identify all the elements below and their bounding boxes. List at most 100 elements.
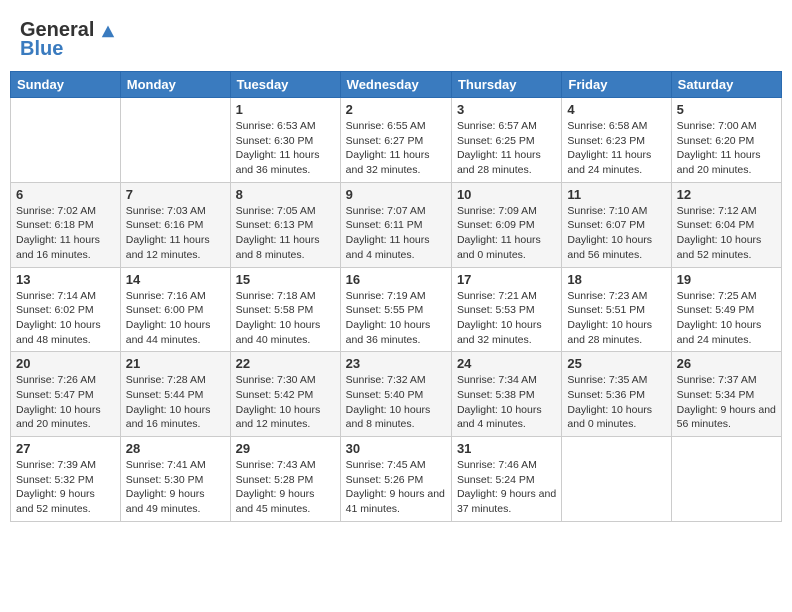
calendar-week-row: 6 Sunrise: 7:02 AMSunset: 6:18 PMDaylight… [11, 182, 782, 267]
calendar-cell: 15 Sunrise: 7:18 AMSunset: 5:58 PMDayligh… [230, 267, 340, 352]
day-number: 24 [457, 356, 556, 371]
day-number: 22 [236, 356, 335, 371]
page-header: General Blue [10, 10, 782, 66]
day-info: Sunrise: 6:53 AMSunset: 6:30 PMDaylight:… [236, 119, 335, 178]
day-info: Sunrise: 7:03 AMSunset: 6:16 PMDaylight:… [126, 204, 225, 263]
calendar-cell: 29 Sunrise: 7:43 AMSunset: 5:28 PMDayligh… [230, 437, 340, 522]
day-info: Sunrise: 7:46 AMSunset: 5:24 PMDaylight:… [457, 458, 556, 517]
day-info: Sunrise: 7:16 AMSunset: 6:00 PMDaylight:… [126, 289, 225, 348]
calendar-cell: 31Sunrise: 7:46 AMSunset: 5:24 PMDayligh… [451, 437, 561, 522]
day-number: 16 [346, 272, 446, 287]
calendar-week-row: 13Sunrise: 7:14 AMSunset: 6:02 PMDayligh… [11, 267, 782, 352]
calendar-cell: 10 Sunrise: 7:09 AMSunset: 6:09 PMDayligh… [451, 182, 561, 267]
calendar-cell: 14 Sunrise: 7:16 AMSunset: 6:00 PMDayligh… [120, 267, 230, 352]
day-number: 30 [346, 441, 446, 456]
calendar-cell [671, 437, 781, 522]
day-number: 3 [457, 102, 556, 117]
day-info: Sunrise: 7:02 AMSunset: 6:18 PMDaylight:… [16, 204, 115, 263]
calendar-cell: 23 Sunrise: 7:32 AMSunset: 5:40 PMDayligh… [340, 352, 451, 437]
logo-arrow-icon [100, 24, 116, 38]
calendar-cell: 27 Sunrise: 7:39 AMSunset: 5:32 PMDayligh… [11, 437, 121, 522]
day-number: 9 [346, 187, 446, 202]
calendar-cell: 28 Sunrise: 7:41 AMSunset: 5:30 PMDayligh… [120, 437, 230, 522]
day-info: Sunrise: 7:32 AMSunset: 5:40 PMDaylight:… [346, 373, 446, 432]
calendar-cell: 9 Sunrise: 7:07 AMSunset: 6:11 PMDaylight… [340, 182, 451, 267]
day-info: Sunrise: 7:23 AMSunset: 5:51 PMDaylight:… [567, 289, 665, 348]
day-number: 23 [346, 356, 446, 371]
day-number: 17 [457, 272, 556, 287]
calendar-cell: 18 Sunrise: 7:23 AMSunset: 5:51 PMDayligh… [562, 267, 671, 352]
day-number: 14 [126, 272, 225, 287]
day-number: 25 [567, 356, 665, 371]
logo-text: General [20, 20, 116, 40]
day-number: 8 [236, 187, 335, 202]
day-info: Sunrise: 7:10 AMSunset: 6:07 PMDaylight:… [567, 204, 665, 263]
weekday-header: Wednesday [340, 72, 451, 98]
weekday-header: Friday [562, 72, 671, 98]
day-info: Sunrise: 7:41 AMSunset: 5:30 PMDaylight:… [126, 458, 225, 517]
day-number: 6 [16, 187, 115, 202]
day-info: Sunrise: 7:39 AMSunset: 5:32 PMDaylight:… [16, 458, 115, 517]
calendar-cell: 16 Sunrise: 7:19 AMSunset: 5:55 PMDayligh… [340, 267, 451, 352]
calendar-cell [562, 437, 671, 522]
day-info: Sunrise: 7:30 AMSunset: 5:42 PMDaylight:… [236, 373, 335, 432]
calendar-table: SundayMondayTuesdayWednesdayThursdayFrid… [10, 71, 782, 522]
day-info: Sunrise: 7:09 AMSunset: 6:09 PMDaylight:… [457, 204, 556, 263]
day-number: 19 [677, 272, 776, 287]
day-info: Sunrise: 6:57 AMSunset: 6:25 PMDaylight:… [457, 119, 556, 178]
calendar-cell: 25 Sunrise: 7:35 AMSunset: 5:36 PMDayligh… [562, 352, 671, 437]
day-info: Sunrise: 7:05 AMSunset: 6:13 PMDaylight:… [236, 204, 335, 263]
day-number: 28 [126, 441, 225, 456]
calendar-cell: 22 Sunrise: 7:30 AMSunset: 5:42 PMDayligh… [230, 352, 340, 437]
day-number: 1 [236, 102, 335, 117]
day-number: 20 [16, 356, 115, 371]
day-info: Sunrise: 7:35 AMSunset: 5:36 PMDaylight:… [567, 373, 665, 432]
day-info: Sunrise: 7:26 AMSunset: 5:47 PMDaylight:… [16, 373, 115, 432]
day-number: 7 [126, 187, 225, 202]
day-number: 12 [677, 187, 776, 202]
calendar-cell: 13Sunrise: 7:14 AMSunset: 6:02 PMDayligh… [11, 267, 121, 352]
day-number: 11 [567, 187, 665, 202]
day-number: 15 [236, 272, 335, 287]
day-info: Sunrise: 7:19 AMSunset: 5:55 PMDaylight:… [346, 289, 446, 348]
day-info: Sunrise: 7:18 AMSunset: 5:58 PMDaylight:… [236, 289, 335, 348]
day-info: Sunrise: 7:14 AMSunset: 6:02 PMDaylight:… [16, 289, 115, 348]
day-number: 4 [567, 102, 665, 117]
day-info: Sunrise: 6:58 AMSunset: 6:23 PMDaylight:… [567, 119, 665, 178]
calendar-week-row: 20 Sunrise: 7:26 AMSunset: 5:47 PMDayligh… [11, 352, 782, 437]
calendar-cell [120, 98, 230, 183]
day-number: 18 [567, 272, 665, 287]
day-info: Sunrise: 7:34 AMSunset: 5:38 PMDaylight:… [457, 373, 556, 432]
day-info: Sunrise: 7:21 AMSunset: 5:53 PMDaylight:… [457, 289, 556, 348]
calendar-cell: 4 Sunrise: 6:58 AMSunset: 6:23 PMDaylight… [562, 98, 671, 183]
calendar-header-row: SundayMondayTuesdayWednesdayThursdayFrid… [11, 72, 782, 98]
day-number: 26 [677, 356, 776, 371]
day-number: 29 [236, 441, 335, 456]
day-info: Sunrise: 7:07 AMSunset: 6:11 PMDaylight:… [346, 204, 446, 263]
calendar-cell: 30 Sunrise: 7:45 AMSunset: 5:26 PMDayligh… [340, 437, 451, 522]
calendar-cell [11, 98, 121, 183]
day-number: 27 [16, 441, 115, 456]
calendar-cell: 2Sunrise: 6:55 AMSunset: 6:27 PMDaylight… [340, 98, 451, 183]
calendar-cell: 19Sunrise: 7:25 AMSunset: 5:49 PMDayligh… [671, 267, 781, 352]
day-info: Sunrise: 7:37 AMSunset: 5:34 PMDaylight:… [677, 373, 776, 432]
calendar-cell: 24 Sunrise: 7:34 AMSunset: 5:38 PMDayligh… [451, 352, 561, 437]
weekday-header: Tuesday [230, 72, 340, 98]
weekday-header: Thursday [451, 72, 561, 98]
calendar-cell: 6 Sunrise: 7:02 AMSunset: 6:18 PMDaylight… [11, 182, 121, 267]
weekday-header: Saturday [671, 72, 781, 98]
calendar-cell: 1 Sunrise: 6:53 AMSunset: 6:30 PMDaylight… [230, 98, 340, 183]
calendar-cell: 3 Sunrise: 6:57 AMSunset: 6:25 PMDaylight… [451, 98, 561, 183]
calendar-cell: 12Sunrise: 7:12 AMSunset: 6:04 PMDayligh… [671, 182, 781, 267]
calendar-week-row: 1 Sunrise: 6:53 AMSunset: 6:30 PMDaylight… [11, 98, 782, 183]
calendar-cell: 26 Sunrise: 7:37 AMSunset: 5:34 PMDayligh… [671, 352, 781, 437]
calendar-cell: 17 Sunrise: 7:21 AMSunset: 5:53 PMDayligh… [451, 267, 561, 352]
calendar-cell: 21Sunrise: 7:28 AMSunset: 5:44 PMDayligh… [120, 352, 230, 437]
day-info: Sunrise: 7:45 AMSunset: 5:26 PMDaylight:… [346, 458, 446, 517]
day-info: Sunrise: 7:43 AMSunset: 5:28 PMDaylight:… [236, 458, 335, 517]
day-number: 10 [457, 187, 556, 202]
day-info: Sunrise: 7:00 AMSunset: 6:20 PMDaylight:… [677, 119, 776, 178]
calendar-cell: 20 Sunrise: 7:26 AMSunset: 5:47 PMDayligh… [11, 352, 121, 437]
weekday-header: Sunday [11, 72, 121, 98]
calendar-cell: 5Sunrise: 7:00 AMSunset: 6:20 PMDaylight… [671, 98, 781, 183]
